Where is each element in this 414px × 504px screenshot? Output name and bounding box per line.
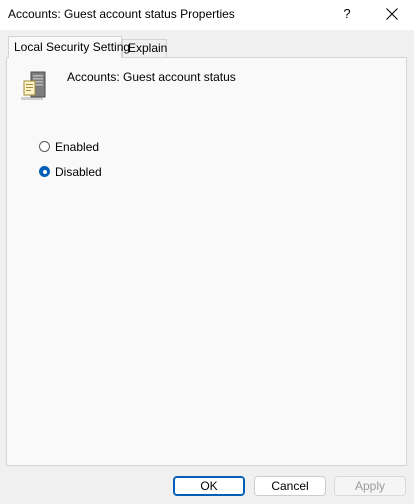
cancel-button[interactable]: Cancel	[254, 476, 326, 496]
disabled-label[interactable]: Disabled	[55, 165, 102, 179]
enabled-radio[interactable]	[39, 141, 50, 152]
policy-name: Accounts: Guest account status	[67, 70, 236, 84]
close-button[interactable]	[376, 0, 408, 30]
server-computer-icon	[21, 69, 53, 101]
tab-local-security-setting[interactable]: Local Security Setting	[8, 36, 130, 58]
enabled-label[interactable]: Enabled	[55, 140, 99, 154]
title-bar: Accounts: Guest account status Propertie…	[0, 0, 414, 30]
apply-button[interactable]: Apply	[334, 476, 406, 496]
ok-button[interactable]: OK	[173, 476, 245, 496]
help-button[interactable]: ?	[332, 0, 362, 30]
close-icon	[386, 8, 398, 20]
properties-dialog: Accounts: Guest account status Propertie…	[0, 0, 414, 504]
disabled-radio[interactable]	[39, 166, 50, 177]
tab-panel: Accounts: Guest account status Enabled D…	[6, 57, 407, 466]
window-title: Accounts: Guest account status Propertie…	[8, 7, 235, 21]
